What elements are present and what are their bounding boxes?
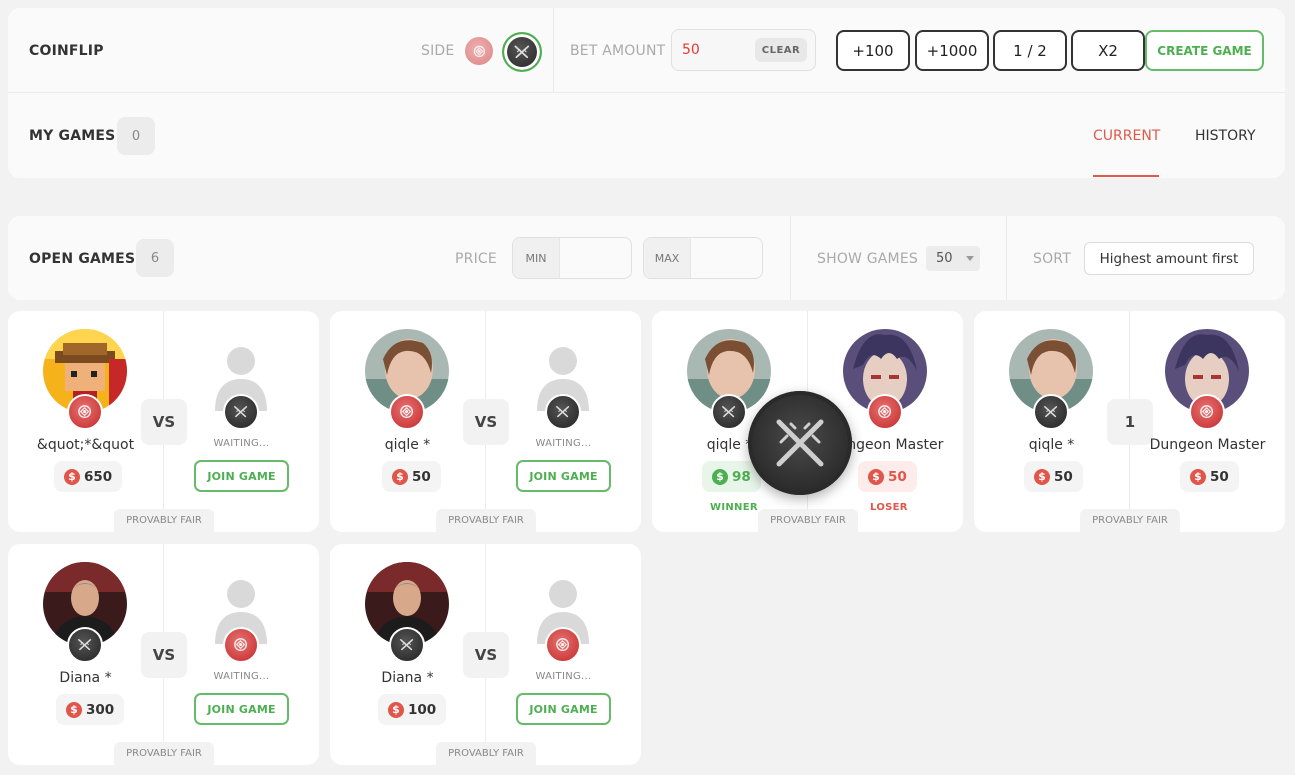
open-games-label: OPEN GAMES bbox=[29, 251, 136, 267]
loser-amount: $50 bbox=[858, 461, 917, 492]
join-game-button[interactable]: JOIN GAME bbox=[194, 460, 289, 492]
waiting-status: WAITING... bbox=[213, 671, 270, 682]
price-label: PRICE bbox=[455, 251, 497, 267]
waiting-status: WAITING... bbox=[213, 438, 270, 449]
dollar-icon: $ bbox=[868, 468, 884, 485]
show-games-label: SHOW GAMES bbox=[817, 251, 918, 267]
coinflip-header-panel: COINFLIP SIDE BET AMOUNT CLEAR +100 +100… bbox=[8, 8, 1285, 178]
join-game-button[interactable]: JOIN GAME bbox=[194, 693, 289, 725]
ct-side-result-coin-icon bbox=[748, 391, 852, 495]
bet-amount: $100 bbox=[378, 694, 447, 725]
create-game-button[interactable]: CREATE GAME bbox=[1145, 30, 1264, 71]
bet-amount-field: CLEAR bbox=[671, 29, 816, 71]
ct-side-coin-icon bbox=[545, 394, 581, 430]
game-card: VS qiqle * WAITING... $50 JOIN GAME PROV… bbox=[330, 311, 641, 532]
game-card: VS &quot;*&quot WAITING... $650 JOIN GAM… bbox=[8, 311, 319, 532]
page-title: COINFLIP bbox=[29, 43, 104, 59]
bet-amount: $300 bbox=[56, 694, 125, 725]
open-games-filter-bar: OPEN GAMES 6 PRICE MIN MAX SHOW GAMES 50… bbox=[8, 216, 1285, 300]
provably-fair-button[interactable]: PROVABLY FAIR bbox=[758, 509, 858, 532]
t-side-coin-icon bbox=[545, 627, 581, 663]
t-side-coin-icon bbox=[1189, 394, 1225, 430]
price-min-field[interactable]: MIN bbox=[512, 237, 632, 279]
game-card: VS Diana * WAITING... $300 JOIN GAME PRO… bbox=[8, 544, 319, 765]
winner-amount: $98 bbox=[702, 461, 761, 492]
double-button[interactable]: X2 bbox=[1071, 30, 1145, 71]
player-name: &quot;*&quot bbox=[36, 437, 135, 453]
player-name: Diana * bbox=[59, 670, 112, 686]
provably-fair-button[interactable]: PROVABLY FAIR bbox=[436, 509, 536, 532]
bet-amount: $50 bbox=[1024, 461, 1083, 492]
sort-label: SORT bbox=[1033, 251, 1071, 267]
show-games-value: 50 bbox=[936, 251, 953, 266]
dollar-icon: $ bbox=[1034, 468, 1050, 485]
player-name: Dungeon Master bbox=[1149, 437, 1266, 453]
bet-amount: $50 bbox=[1180, 461, 1239, 492]
player-name: qiqle * bbox=[1028, 437, 1075, 453]
provably-fair-button[interactable]: PROVABLY FAIR bbox=[114, 742, 214, 765]
player-name: Diana * bbox=[381, 670, 434, 686]
ct-side-coin-icon bbox=[1033, 394, 1069, 430]
t-side-coin-icon[interactable] bbox=[463, 35, 495, 67]
active-tab-indicator bbox=[1093, 175, 1159, 177]
ct-side-coin-icon bbox=[67, 627, 103, 663]
tab-history[interactable]: HISTORY bbox=[1195, 128, 1256, 144]
half-button[interactable]: 1 / 2 bbox=[993, 30, 1067, 71]
bet-amount: $650 bbox=[54, 461, 123, 492]
t-side-coin-icon bbox=[389, 394, 425, 430]
bet-amount: $50 bbox=[382, 461, 441, 492]
dollar-icon: $ bbox=[392, 468, 408, 485]
ct-side-coin-icon bbox=[223, 394, 259, 430]
min-tag: MIN bbox=[513, 238, 560, 278]
bet-amount-label: BET AMOUNT bbox=[570, 43, 666, 59]
show-games-select[interactable]: 50 bbox=[926, 246, 980, 271]
dollar-icon: $ bbox=[388, 701, 404, 718]
clear-button[interactable]: CLEAR bbox=[755, 38, 807, 62]
provably-fair-button[interactable]: PROVABLY FAIR bbox=[114, 509, 214, 532]
dollar-icon: $ bbox=[64, 468, 80, 485]
bet-amount-input[interactable] bbox=[682, 42, 752, 58]
tab-current[interactable]: CURRENT bbox=[1093, 128, 1160, 144]
provably-fair-button[interactable]: PROVABLY FAIR bbox=[436, 742, 536, 765]
open-games-count: 6 bbox=[136, 239, 174, 277]
game-card: qiqle * Dungeon Master $98 $50 WINNER LO… bbox=[652, 311, 963, 532]
my-games-label: MY GAMES bbox=[29, 128, 116, 144]
add-1000-button[interactable]: +1000 bbox=[915, 30, 989, 71]
t-side-coin-icon bbox=[867, 394, 903, 430]
ct-side-coin-icon bbox=[389, 627, 425, 663]
side-label: SIDE bbox=[421, 43, 455, 59]
dollar-icon: $ bbox=[712, 468, 728, 485]
my-games-count: 0 bbox=[117, 117, 155, 155]
provably-fair-button[interactable]: PROVABLY FAIR bbox=[1080, 509, 1180, 532]
sort-select[interactable]: Highest amount first bbox=[1084, 242, 1254, 275]
game-card: VS Diana * WAITING... $100 JOIN GAME PRO… bbox=[330, 544, 641, 765]
dollar-icon: $ bbox=[1190, 468, 1206, 485]
t-side-coin-icon bbox=[223, 627, 259, 663]
winner-label: WINNER bbox=[710, 502, 758, 513]
max-tag: MAX bbox=[644, 238, 691, 278]
loser-label: LOSER bbox=[870, 502, 908, 513]
game-card: 1 qiqle * Dungeon Master $50 $50 PROVABL… bbox=[974, 311, 1285, 532]
join-game-button[interactable]: JOIN GAME bbox=[516, 693, 611, 725]
waiting-status: WAITING... bbox=[535, 438, 592, 449]
caret-down-icon bbox=[966, 256, 974, 261]
add-100-button[interactable]: +100 bbox=[836, 30, 910, 71]
price-max-field[interactable]: MAX bbox=[643, 237, 763, 279]
join-game-button[interactable]: JOIN GAME bbox=[516, 460, 611, 492]
waiting-status: WAITING... bbox=[535, 671, 592, 682]
dollar-icon: $ bbox=[66, 701, 82, 718]
player-name: qiqle * bbox=[384, 437, 431, 453]
ct-side-coin-icon bbox=[711, 394, 747, 430]
ct-side-coin-icon[interactable] bbox=[502, 32, 542, 72]
t-side-coin-icon bbox=[67, 394, 103, 430]
